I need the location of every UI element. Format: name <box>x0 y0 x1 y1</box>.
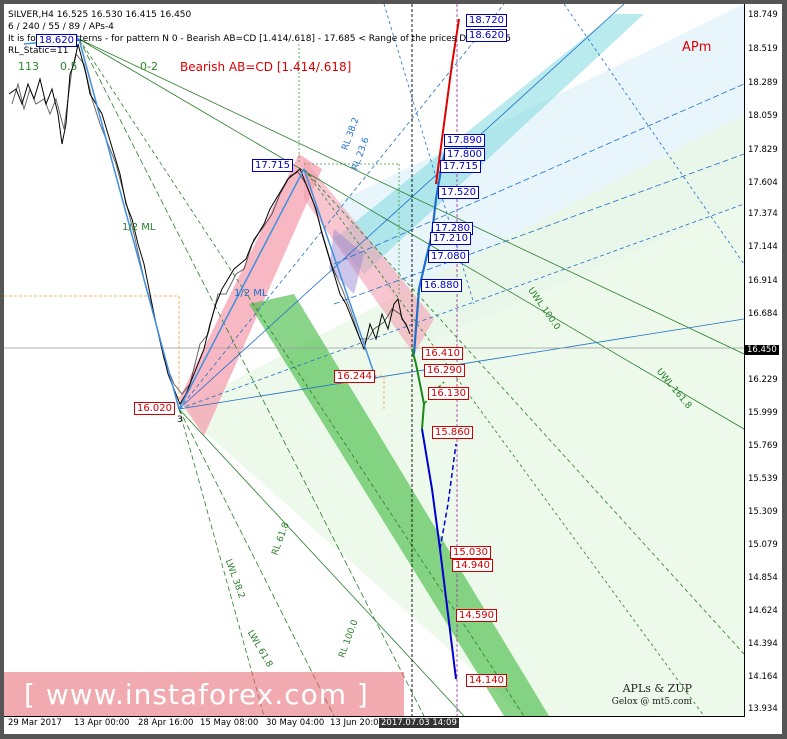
y-tick: 17.604 <box>748 178 778 188</box>
y-tick: 15.999 <box>748 408 778 418</box>
credit-subtitle: Gelox @ mt5.com <box>611 697 692 707</box>
x-label: 13 Apr 00:00 <box>74 718 130 728</box>
indicator-params: 6 / 240 / 55 / 89 / APs-4 <box>8 22 114 32</box>
chart-window: 3 SILVER,H4 16.525 16.530 16.415 16.450 … <box>4 4 782 734</box>
y-tick: 15.769 <box>748 441 778 451</box>
x-label: 29 Mar 2017 <box>8 718 62 728</box>
rl-static: RL_Static=11 <box>8 46 69 56</box>
x-cursor-label: 2017.07.03 14:09 <box>379 718 459 728</box>
pattern-info: It is found 1 patterns - for pattern N 0… <box>8 34 511 44</box>
target-level: 16.410 <box>422 347 463 360</box>
y-tick: 18.749 <box>748 10 778 20</box>
watermark-text: [ www.instaforex.com ] <box>24 678 369 711</box>
target-level: 14.940 <box>452 559 493 572</box>
price-axis: 18.749 18.519 18.289 18.059 17.829 17.60… <box>745 4 782 716</box>
y-tick: 14.624 <box>748 606 778 616</box>
y-tick: 17.144 <box>748 242 778 252</box>
y-tick: 18.059 <box>748 111 778 121</box>
y-tick: 16.914 <box>748 276 778 286</box>
target-level: 16.880 <box>421 279 462 292</box>
x-label: 28 Apr 16:00 <box>138 718 194 728</box>
pivot-label-low: 16.020 <box>134 402 175 415</box>
fibo-right-label: 0-2 <box>140 60 158 73</box>
credit-title: APLs & ZUP <box>622 682 692 695</box>
target-level: 17.080 <box>428 250 469 263</box>
target-level: 17.715 <box>440 160 481 173</box>
watermark-banner: [ www.instaforex.com ] <box>4 672 404 716</box>
pivot-label-top: 18.620 <box>36 34 77 47</box>
fibo-mid-label: 0.5 <box>60 60 78 73</box>
x-label: 30 May 04:00 <box>266 718 325 728</box>
chart-canvas: 3 <box>4 4 744 716</box>
target-level: 14.590 <box>456 609 497 622</box>
pattern-label: Bearish AB=CD [1.414/.618] <box>180 60 352 74</box>
y-tick: 15.309 <box>748 507 778 517</box>
target-level: 18.720 <box>466 14 507 27</box>
target-level: 17.210 <box>430 232 471 245</box>
y-tick: 13.934 <box>748 704 778 714</box>
y-tick: 17.374 <box>748 209 778 219</box>
target-level: 14.140 <box>466 674 507 687</box>
x-label: 13 Jun 20:00 <box>330 718 384 728</box>
y-tick: 14.164 <box>748 672 778 682</box>
apm-label: APm <box>682 40 712 55</box>
y-tick: 17.829 <box>748 145 778 155</box>
price-chart[interactable]: 3 SILVER,H4 16.525 16.530 16.415 16.450 … <box>4 4 745 717</box>
y-tick: 14.394 <box>748 639 778 649</box>
target-level: 16.290 <box>424 364 465 377</box>
current-price-label: 16.450 <box>745 345 779 355</box>
target-level: 16.130 <box>428 387 469 400</box>
y-tick: 18.289 <box>748 78 778 88</box>
y-tick: 15.079 <box>748 540 778 550</box>
y-tick: 18.519 <box>748 44 778 54</box>
fibo-left-label: 113 <box>18 60 39 73</box>
pivot-label-peak: 17.715 <box>252 159 293 172</box>
target-level: 15.860 <box>432 426 473 439</box>
ml-label-2: 1/2 ML <box>234 288 268 299</box>
target-level: 15.030 <box>450 546 491 559</box>
target-level: 18.620 <box>466 29 507 42</box>
pivot-marker-3: 3 <box>177 415 183 425</box>
symbol-info: SILVER,H4 16.525 16.530 16.415 16.450 <box>8 10 192 20</box>
window-frame: 3 SILVER,H4 16.525 16.530 16.415 16.450 … <box>0 0 787 739</box>
x-label: 15 May 08:00 <box>200 718 259 728</box>
target-level: 17.890 <box>444 134 485 147</box>
y-tick: 14.854 <box>748 573 778 583</box>
target-level: 17.520 <box>438 186 479 199</box>
y-tick: 16.684 <box>748 309 778 319</box>
y-tick: 15.539 <box>748 474 778 484</box>
y-tick: 16.229 <box>748 375 778 385</box>
pivot-label-low2: 16.244 <box>334 370 375 383</box>
ml-label: 1/2 ML <box>122 222 156 233</box>
